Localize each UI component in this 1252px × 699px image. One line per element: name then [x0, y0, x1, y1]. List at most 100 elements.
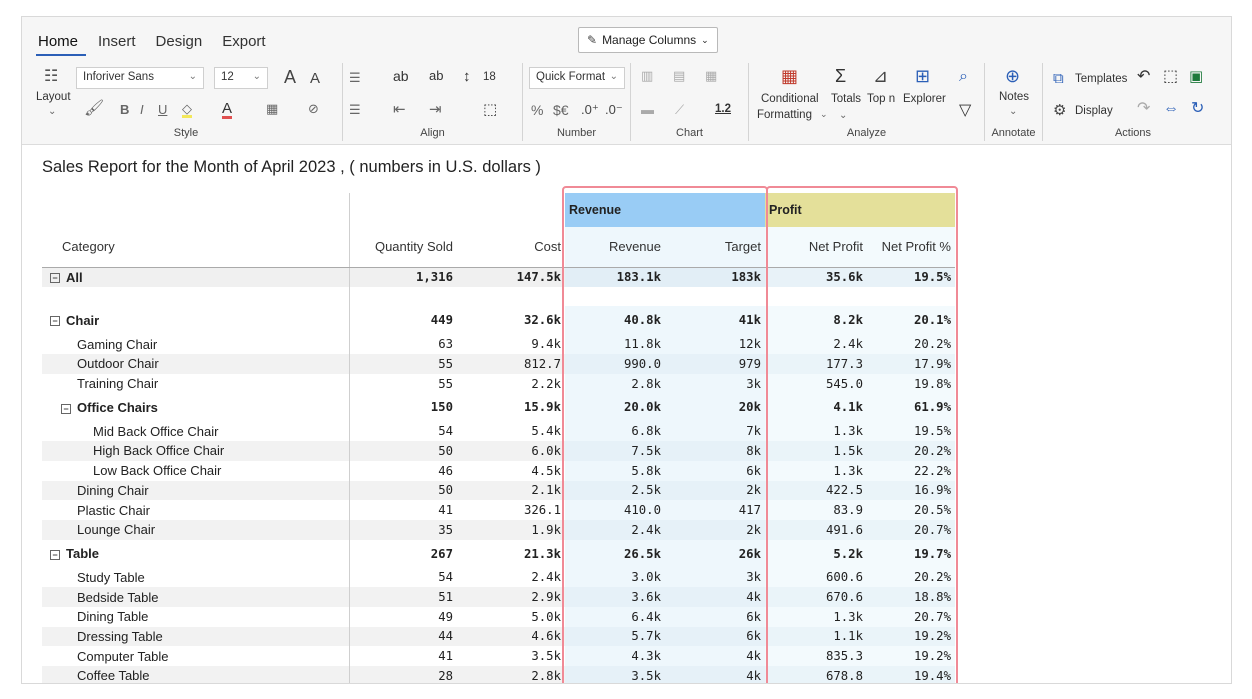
search-icon[interactable]: ⌕ — [959, 69, 968, 85]
frame-icon[interactable]: ⬚ — [1163, 69, 1178, 85]
decrease-decimal-icon[interactable]: .0⁻ — [605, 103, 623, 116]
formatting-label[interactable]: Formatting — [757, 109, 812, 121]
tab-home[interactable]: Home — [36, 31, 87, 56]
chart-ratio-value[interactable]: 1.2 — [715, 103, 731, 115]
cost-cell: 9.4k — [531, 337, 561, 352]
explorer-label[interactable]: Explorer — [903, 93, 946, 105]
collapse-toggle-icon[interactable]: − — [50, 273, 60, 284]
currency-icon[interactable]: $€ — [553, 103, 569, 117]
notes-label[interactable]: Notes — [999, 91, 1029, 103]
collapse-toggle-icon[interactable]: − — [61, 403, 71, 414]
revenue-cell: 6.8k — [565, 421, 665, 442]
manage-columns-button[interactable]: ✎ Manage Columns ⌄ — [578, 27, 718, 53]
notes-icon[interactable]: ⊕ — [1005, 67, 1020, 85]
totals-label[interactable]: Totals — [831, 93, 861, 105]
group-row: − Office Chairs 150 15.9k 20.0k 20k 4.1k 61.9% — [42, 393, 955, 422]
style-group: ☷ Layout ⌄ Inforiver Sans ⌄ 12 ⌄ A A 🖌 B… — [30, 63, 343, 141]
quantity-cell: 28 — [348, 666, 457, 683]
layout-chevron-icon[interactable]: ⌄ — [48, 107, 56, 117]
column-chart-icon[interactable]: ▬ — [641, 103, 654, 116]
fit-width-icon[interactable]: ⇔ — [1163, 101, 1179, 117]
stacked-chart-icon[interactable]: ▦ — [705, 69, 717, 82]
column-header-category[interactable]: Category — [42, 227, 349, 268]
category-label: Office Chairs — [77, 399, 158, 415]
quantity-cell: 44 — [348, 626, 457, 647]
quantity-cell: 449 — [348, 306, 457, 335]
align-left-icon[interactable]: ☰ — [349, 103, 361, 116]
net-profit-cell: 1.3k — [765, 421, 867, 442]
net-profit-cell: 670.6 — [765, 587, 867, 607]
increase-decimal-icon[interactable]: .0⁺ — [581, 103, 599, 116]
text-case-icon[interactable]: ab — [429, 69, 443, 82]
tab-export[interactable]: Export — [220, 31, 273, 56]
topn-label[interactable]: Top n — [867, 93, 895, 105]
chart-group: ▥ ▤ ▦ ▬ ⟋ 1.2 Chart — [631, 63, 749, 141]
resize-icon[interactable]: ⬚ — [483, 102, 497, 117]
underline-icon[interactable]: U — [158, 103, 167, 116]
outdent-icon[interactable]: ⇤ — [393, 102, 406, 117]
font-color-icon[interactable]: A — [222, 101, 233, 119]
waterfall-chart-icon[interactable]: ▤ — [673, 69, 685, 82]
indent-icon[interactable]: ⇥ — [429, 102, 442, 117]
column-header-row: Category Quantity Sold Cost Revenue Targ… — [42, 227, 955, 268]
quantity-cell: 51 — [348, 587, 457, 607]
column-header-cost[interactable]: Cost — [457, 227, 565, 268]
collapse-toggle-icon[interactable]: − — [50, 316, 60, 327]
undo-icon[interactable]: ↶ — [1137, 69, 1150, 85]
filter-icon[interactable]: ▽ — [959, 103, 971, 119]
quick-format-select[interactable]: Quick Format ⌄ — [529, 67, 625, 89]
tab-insert[interactable]: Insert — [96, 31, 144, 56]
collapse-toggle-icon[interactable]: − — [50, 549, 60, 560]
profit-group-header: Profit — [765, 193, 955, 227]
column-header-revenue[interactable]: Revenue — [565, 227, 665, 268]
explorer-icon[interactable]: ⊞ — [915, 67, 930, 85]
align-lines-icon[interactable]: ☰ — [349, 71, 361, 84]
manage-columns-label: Manage Columns — [602, 33, 697, 47]
spacer-cell — [665, 286, 765, 307]
tab-design[interactable]: Design — [154, 31, 211, 56]
layout-icon[interactable]: ☷ — [44, 69, 58, 85]
decrease-font-icon[interactable]: A — [310, 71, 320, 86]
bold-icon[interactable]: B — [120, 103, 129, 116]
column-header-quantity[interactable]: Quantity Sold — [348, 227, 457, 268]
report-table: Revenue Profit Category Quantity Sold Co… — [42, 193, 955, 683]
wrap-text-icon[interactable]: ab — [393, 69, 409, 83]
revenue-cell: 20.0k — [565, 393, 665, 422]
borders-icon[interactable]: ▦ — [266, 102, 278, 115]
format-painter-icon[interactable]: 🖌 — [84, 101, 104, 117]
category-cell: − Office Chairs — [42, 393, 349, 421]
net-profit-pct-cell: 20.2% — [867, 441, 955, 461]
percent-icon[interactable]: % — [531, 103, 543, 117]
increase-font-icon[interactable]: A — [284, 68, 296, 86]
templates-icon[interactable]: ⧉ — [1053, 71, 1064, 86]
gear-icon[interactable]: ⚙ — [1053, 103, 1066, 118]
chevron-down-icon[interactable]: ⌄ — [820, 110, 828, 119]
line-height-value[interactable]: 18 — [483, 71, 496, 83]
quantity-cell: 41 — [348, 646, 457, 666]
templates-label[interactable]: Templates — [1075, 73, 1127, 85]
conditional-label[interactable]: Conditional — [761, 93, 819, 105]
font-family-select[interactable]: Inforiver Sans ⌄ — [76, 67, 204, 89]
refresh-icon[interactable]: ↻ — [1191, 101, 1204, 117]
chevron-down-icon[interactable]: ⌄ — [839, 111, 847, 121]
column-header-net-profit[interactable]: Net Profit — [765, 227, 867, 268]
target-cell: 417 — [665, 500, 765, 520]
line-height-icon[interactable]: ↕ — [463, 69, 471, 84]
category-cell: Low Back Office Chair — [42, 461, 349, 481]
bar-chart-icon[interactable]: ▥ — [641, 69, 653, 82]
font-size-select[interactable]: 12 ⌄ — [214, 67, 268, 89]
redo-icon[interactable]: ↷ — [1137, 101, 1150, 117]
line-chart-icon[interactable]: ⟋ — [675, 103, 684, 116]
chevron-down-icon[interactable]: ⌄ — [1009, 107, 1017, 117]
column-header-target[interactable]: Target — [665, 227, 765, 268]
display-label[interactable]: Display — [1075, 105, 1113, 117]
top-n-icon[interactable]: ⊿ — [873, 67, 888, 85]
italic-icon[interactable]: I — [140, 103, 144, 116]
visibility-icon[interactable]: ⊘ — [308, 102, 319, 115]
excel-icon[interactable]: ▣ — [1189, 69, 1203, 84]
conditional-formatting-icon[interactable]: ▦ — [781, 67, 798, 85]
category-cell: − Chair — [42, 306, 349, 334]
totals-icon[interactable]: Σ — [835, 67, 846, 85]
highlight-color-icon[interactable]: ◇ — [182, 102, 192, 118]
column-header-net-profit-pct[interactable]: Net Profit % — [867, 227, 955, 268]
